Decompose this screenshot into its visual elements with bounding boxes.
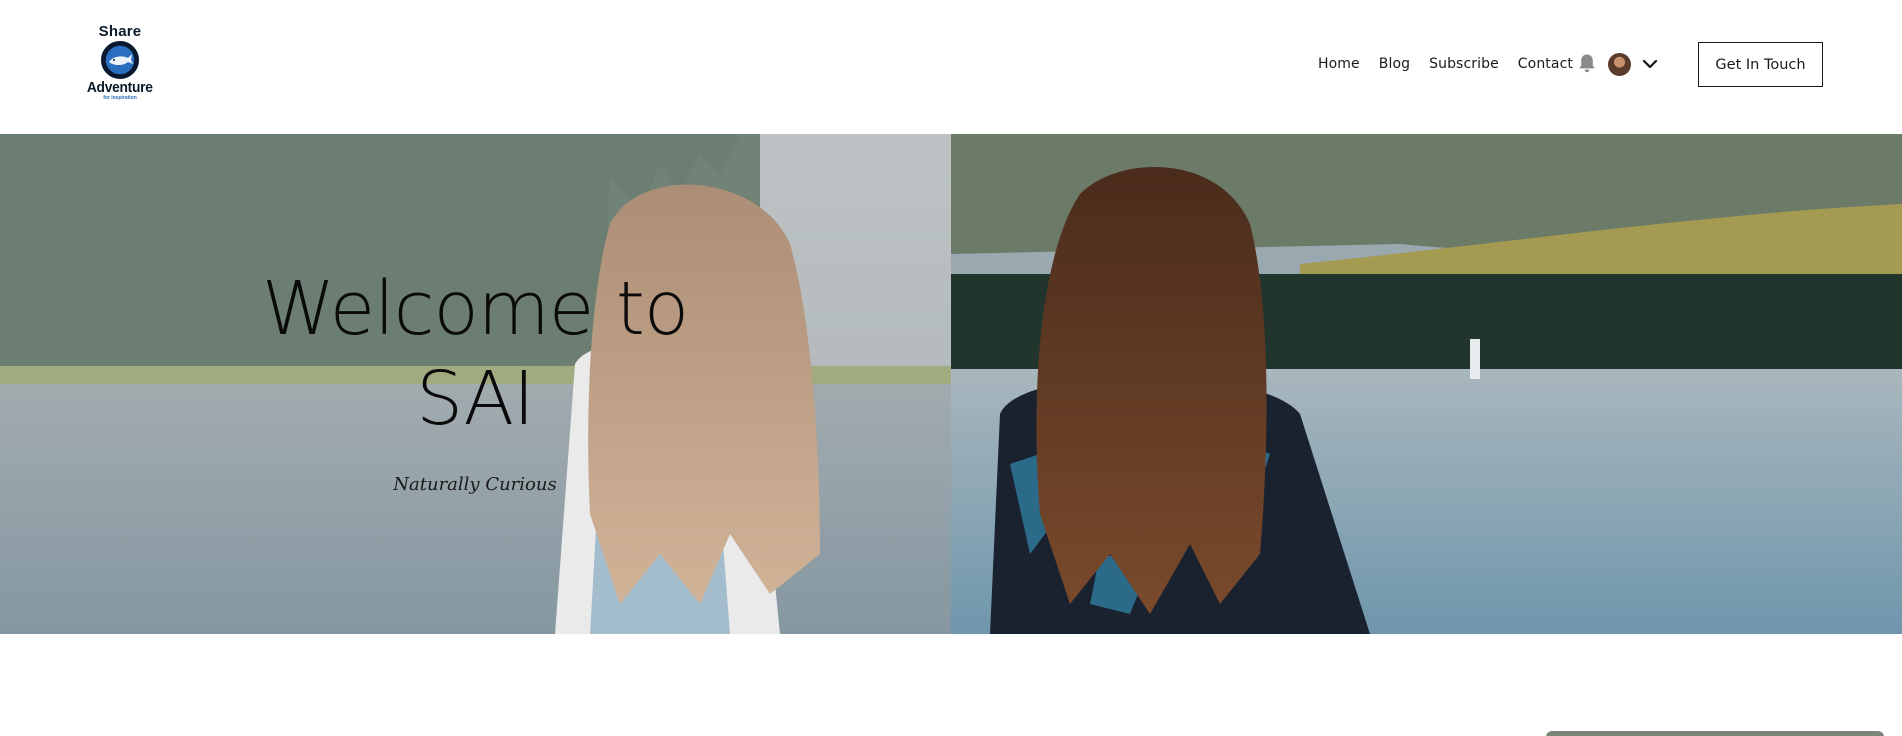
- main-nav: Home Blog Subscribe Contact: [1318, 54, 1573, 74]
- logo-main-text: Adventure: [87, 79, 153, 96]
- get-in-touch-button[interactable]: Get In Touch: [1698, 42, 1823, 87]
- hero-title-line2: SAI: [416, 356, 535, 442]
- whale-icon: [101, 41, 139, 79]
- nav-item-home[interactable]: Home: [1318, 56, 1360, 72]
- site-logo[interactable]: Share Adventure for inspiration: [84, 24, 156, 102]
- site-header: Share Adventure for inspiration Home Blo…: [0, 0, 1902, 134]
- hero-title-line1: Welcome to: [261, 266, 689, 352]
- logo-top-text: Share: [98, 23, 142, 40]
- chat-widget-bar[interactable]: [1546, 731, 1884, 736]
- nav-item-contact[interactable]: Contact: [1518, 56, 1573, 72]
- hero-title: Welcome to SAI: [235, 264, 715, 444]
- hero-subtitle: Naturally Curious: [393, 474, 557, 495]
- bell-icon[interactable]: [1578, 53, 1596, 74]
- avatar[interactable]: [1608, 53, 1631, 76]
- nav-item-blog[interactable]: Blog: [1379, 56, 1410, 72]
- nav-item-subscribe[interactable]: Subscribe: [1429, 56, 1499, 72]
- chevron-down-icon[interactable]: [1642, 57, 1658, 71]
- hero-banner: Welcome to SAI Naturally Curious: [0, 134, 1902, 634]
